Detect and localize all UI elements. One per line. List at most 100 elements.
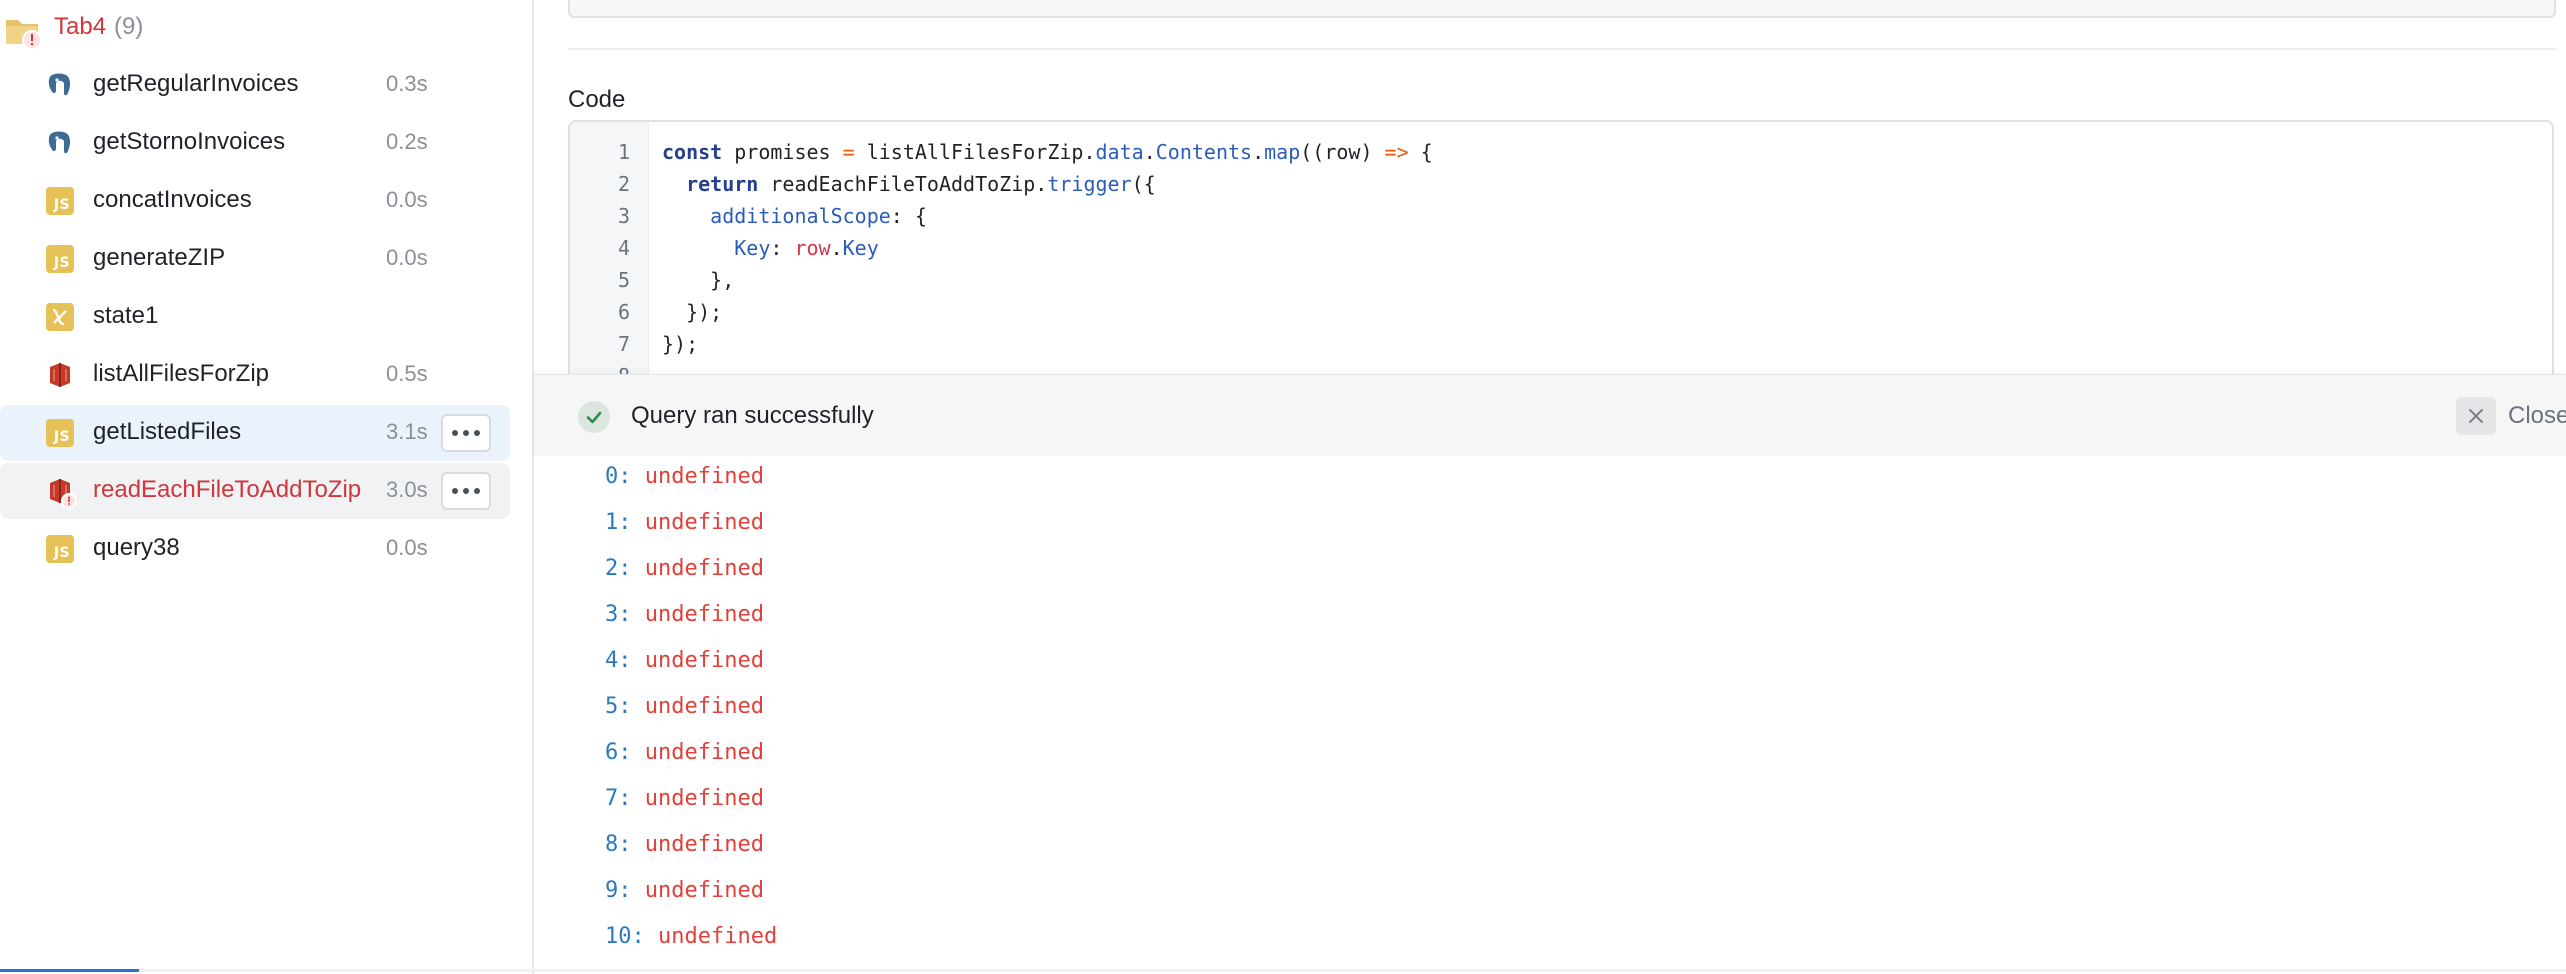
folder-error-icon: [6, 20, 42, 50]
query-item-getStornoInvoices[interactable]: getStornoInvoices 0.2s: [0, 115, 510, 171]
section-divider: [568, 48, 2556, 50]
line-number: 4: [617, 236, 630, 260]
close-icon[interactable]: [2456, 397, 2496, 435]
result-key: 7:: [605, 786, 632, 811]
line-number: 6: [617, 300, 630, 324]
code-label: Code: [568, 86, 626, 113]
result-key: 4:: [605, 648, 632, 673]
js-icon: JS: [46, 245, 74, 273]
result-row: 10: undefined: [605, 924, 777, 949]
query-item-readEachFileToAddToZip[interactable]: readEachFileToAddToZip 3.0s: [0, 463, 510, 519]
query-runtime: 0.3s: [386, 71, 428, 96]
result-value: undefined: [644, 464, 764, 489]
variable-icon: [46, 303, 74, 331]
code-line: return readEachFileToAddToZip.trigger({: [686, 172, 1156, 196]
query-name: listAllFilesForZip: [93, 360, 270, 387]
code-editor[interactable]: 1 2 3 4 5 6 7 8 const promises = listAll…: [568, 120, 2554, 380]
s3-error-icon: [50, 479, 77, 509]
code-line: additionalScope: {: [710, 204, 927, 228]
result-status-text: Query ran successfully: [631, 402, 874, 429]
close-button[interactable]: Close: [2508, 402, 2566, 430]
query-name: getStornoInvoices: [93, 128, 286, 155]
query-runtime: 0.0s: [386, 245, 428, 270]
query-sidebar: Tab4 (9) getRegularInvoices 0.3s getStorn…: [0, 0, 534, 974]
result-value: undefined: [644, 878, 764, 903]
code-line: Key: row.Key: [734, 236, 879, 260]
line-number: 2: [617, 172, 630, 196]
query-runtime: 0.0s: [386, 535, 428, 560]
result-value: undefined: [644, 556, 764, 581]
result-row: 0: undefined: [605, 464, 764, 489]
result-output: 0: undefined 1: undefined 2: undefined 3…: [534, 456, 2566, 974]
result-status-bar: Query ran successfully Close: [534, 374, 2566, 457]
code-line: });: [662, 332, 699, 356]
query-name: generateZIP: [93, 244, 226, 271]
result-key: 10:: [605, 924, 645, 949]
s3-icon: [50, 363, 70, 387]
result-row: 6: undefined: [605, 740, 764, 765]
result-row: 4: undefined: [605, 648, 764, 673]
folder-tab4[interactable]: Tab4 (9): [0, 8, 520, 50]
result-key: 2:: [605, 556, 632, 581]
postgres-icon: [48, 73, 71, 96]
query-name: query38: [93, 534, 180, 561]
more-options-button[interactable]: [441, 414, 491, 452]
line-number: 7: [617, 332, 630, 356]
result-key: 1:: [605, 510, 632, 535]
result-value: undefined: [644, 648, 764, 673]
postgres-icon: [48, 131, 71, 154]
result-key: 5:: [605, 694, 632, 719]
success-check-icon: [578, 401, 610, 433]
query-name: state1: [93, 302, 159, 329]
query-item-getRegularInvoices[interactable]: getRegularInvoices 0.3s: [0, 57, 510, 113]
code-line: },: [662, 268, 735, 292]
query-runtime: 0.2s: [386, 129, 428, 154]
result-row: 3: undefined: [605, 602, 764, 627]
result-row: 9: undefined: [605, 878, 764, 903]
folder-count: (9): [114, 13, 144, 40]
line-number: 3: [617, 204, 630, 228]
result-row: 1: undefined: [605, 510, 764, 535]
query-runtime: 0.5s: [386, 361, 428, 386]
query-item-generateZIP[interactable]: JS generateZIP 0.0s: [0, 231, 510, 287]
query-runtime: 3.0s: [386, 477, 428, 502]
code-line: });: [662, 300, 723, 324]
previous-field[interactable]: [568, 0, 2556, 18]
result-key: 0:: [605, 464, 632, 489]
result-row: 2: undefined: [605, 556, 764, 581]
query-item-state1[interactable]: state1: [0, 289, 510, 345]
query-name: concatInvoices: [93, 186, 252, 213]
result-row: 5: undefined: [605, 694, 764, 719]
query-item-getListedFiles[interactable]: JS getListedFiles 3.1s: [0, 405, 510, 461]
loading-progress-bar: [0, 969, 2566, 972]
result-value: undefined: [644, 694, 764, 719]
query-name: getRegularInvoices: [93, 70, 299, 97]
js-icon: JS: [46, 535, 74, 563]
result-row: 7: undefined: [605, 786, 764, 811]
js-icon: JS: [46, 187, 74, 215]
result-key: 3:: [605, 602, 632, 627]
result-value: undefined: [644, 786, 764, 811]
result-key: 9:: [605, 878, 632, 903]
result-key: 8:: [605, 832, 632, 857]
result-value: undefined: [644, 832, 764, 857]
more-options-button[interactable]: [441, 472, 491, 510]
query-item-listAllFilesForZip[interactable]: listAllFilesForZip 0.5s: [0, 347, 510, 403]
query-editor-panel: Code 1 2 3 4 5 6 7 8 const promises = li…: [534, 0, 2566, 974]
query-item-query38[interactable]: JS query38 0.0s: [0, 521, 510, 577]
line-number: 1: [617, 140, 630, 164]
folder-title: Tab4 (9): [54, 13, 144, 40]
code-line: const promises = listAllFilesForZip.data…: [662, 140, 1433, 164]
result-row: 8: undefined: [605, 832, 764, 857]
line-number-gutter: 1 2 3 4 5 6 7 8: [570, 122, 649, 378]
query-runtime: 0.0s: [386, 187, 428, 212]
js-icon: JS: [46, 419, 74, 447]
progress-fill: [0, 969, 139, 972]
result-key: 6:: [605, 740, 632, 765]
result-value: undefined: [644, 740, 764, 765]
line-number: 5: [617, 268, 630, 292]
query-runtime: 3.1s: [386, 419, 428, 444]
query-name: getListedFiles: [93, 418, 242, 445]
query-name: readEachFileToAddToZip: [93, 476, 362, 503]
query-item-concatInvoices[interactable]: JS concatInvoices 0.0s: [0, 173, 510, 229]
